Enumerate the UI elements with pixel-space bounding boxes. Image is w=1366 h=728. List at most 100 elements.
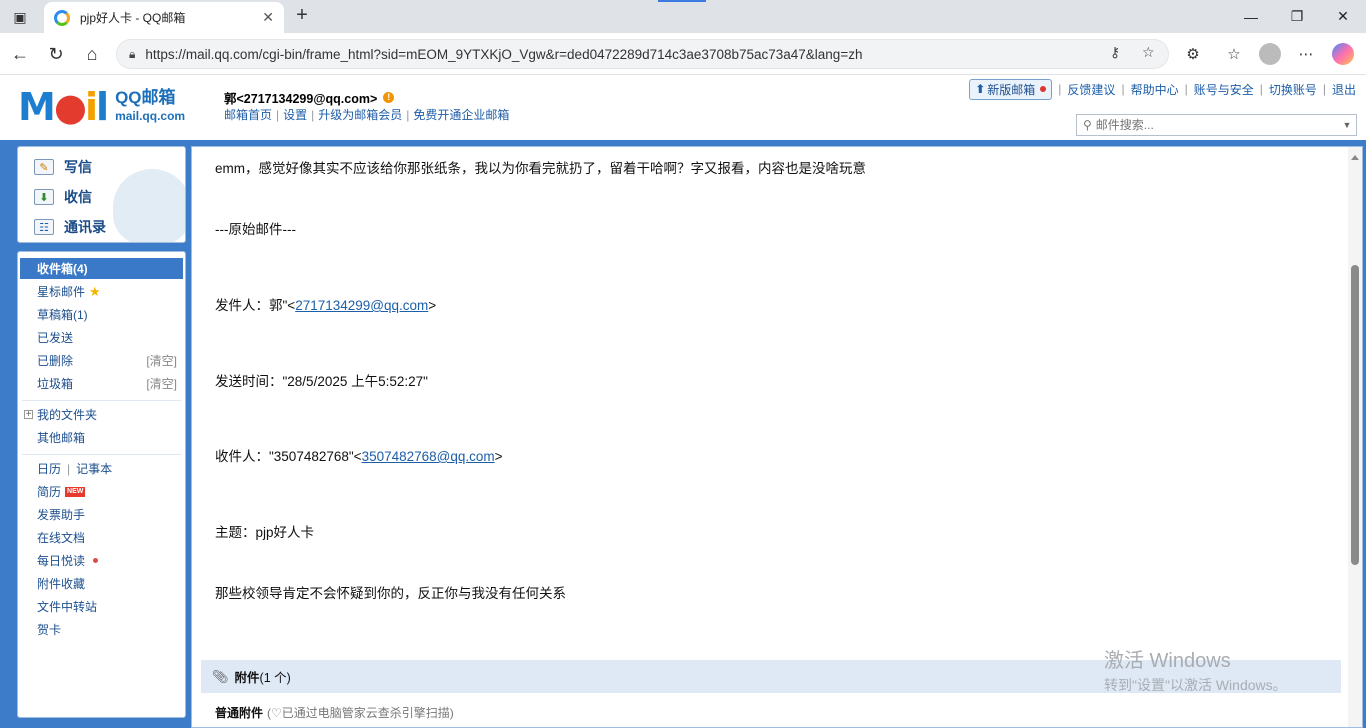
- folder-my-folders[interactable]: + 我的文件夹: [20, 404, 183, 425]
- compose-button[interactable]: ✎ 写信: [34, 157, 92, 177]
- folder-inbox[interactable]: 收件箱(4): [20, 258, 183, 279]
- from-email-link[interactable]: 2717134299@qq.com: [295, 298, 428, 313]
- tab-close-icon[interactable]: ✕: [262, 9, 274, 26]
- profile-avatar[interactable]: [1258, 42, 1282, 66]
- link-enterprise-mail[interactable]: 免费开通企业邮箱: [413, 108, 509, 122]
- extensions-icon[interactable]: ⚙: [1181, 42, 1205, 66]
- new-tab-button[interactable]: +: [291, 4, 313, 28]
- scroll-up-icon[interactable]: [1351, 155, 1359, 160]
- app-resume[interactable]: 简历 NEW: [20, 481, 183, 502]
- folder-starred[interactable]: 星标邮件 ★: [20, 281, 183, 302]
- folder-spam[interactable]: 垃圾箱 [清空]: [20, 373, 183, 394]
- folder-inbox-label: 收件箱(4): [37, 262, 88, 276]
- app-file-transfer[interactable]: 文件中转站: [20, 596, 183, 617]
- tab-title: pjp好人卡 - QQ邮箱: [80, 11, 186, 25]
- mail-header: M●il QQ邮箱 mail.qq.com 郭<2717134299@qq.co…: [0, 76, 1366, 140]
- app-attachments-label: 附件收藏: [37, 577, 86, 591]
- favorite-star-icon[interactable]: ☆: [1142, 44, 1155, 61]
- user-links: 邮箱首页 | 设置 | 升级为邮箱会员 | 免费开通企业邮箱: [224, 108, 510, 122]
- divider: [22, 400, 181, 401]
- virus-scan-note: (♡已通过电脑管家云查杀引擎扫描): [267, 706, 454, 720]
- app-greeting-cards-label: 贺卡: [37, 623, 62, 637]
- search-icon: ⚲: [1083, 118, 1092, 132]
- receive-button[interactable]: ⬇ 收信: [34, 187, 92, 207]
- site-info-icon[interactable]: 🔒︎: [129, 47, 135, 62]
- app-invoice[interactable]: 发票助手: [20, 504, 183, 525]
- folder-sent[interactable]: 已发送: [20, 327, 183, 348]
- scrollbar-thumb[interactable]: [1351, 265, 1359, 565]
- clear-deleted-button[interactable]: [清空]: [146, 352, 177, 369]
- restore-icon[interactable]: ❐: [1274, 0, 1320, 33]
- folder-deleted[interactable]: 已删除 [清空]: [20, 350, 183, 371]
- link-switch-account[interactable]: 切换账号: [1269, 81, 1317, 98]
- divider: [22, 454, 181, 455]
- app-online-docs[interactable]: 在线文档: [20, 527, 183, 548]
- close-window-icon[interactable]: ✕: [1320, 0, 1366, 33]
- key-icon[interactable]: ⚷: [1110, 44, 1120, 61]
- app-notes[interactable]: 记事本: [76, 460, 112, 477]
- reload-icon[interactable]: ↻: [44, 42, 68, 66]
- user-email: 郭<2717134299@qq.com>: [224, 92, 378, 106]
- compose-label: 写信: [64, 159, 92, 175]
- link-logout[interactable]: 退出: [1332, 81, 1356, 98]
- folder-other-mail[interactable]: 其他邮箱: [20, 427, 183, 448]
- to-email-link[interactable]: 3507482768@qq.com: [362, 449, 495, 464]
- url-text: https://mail.qq.com/cgi-bin/frame_html?s…: [145, 46, 863, 62]
- mail-search[interactable]: ⚲ ▼: [1076, 114, 1357, 136]
- link-account-security[interactable]: 账号与安全: [1194, 81, 1254, 98]
- app-greeting-cards[interactable]: 贺卡: [20, 619, 183, 640]
- app-attachments[interactable]: 附件收藏: [20, 573, 183, 594]
- original-from: 发件人：郭"<2717134299@qq.com>: [215, 294, 436, 314]
- logo-letter-l: l: [96, 85, 109, 129]
- contacts-icon: ☷: [34, 219, 54, 235]
- mail-content: emm，感觉好像其实不应该给你那张纸条，我以为你看完就扔了，留着干哈啊？字又报看…: [191, 146, 1363, 728]
- sidebar-toggle-icon[interactable]: ▣: [8, 6, 32, 28]
- favorites-icon[interactable]: ☆: [1222, 42, 1246, 66]
- warning-icon[interactable]: !: [383, 92, 395, 103]
- attachments-title: 附件: [234, 671, 260, 685]
- user-account: 郭<2717134299@qq.com> !: [224, 88, 395, 107]
- original-subject: 主题：pjp好人卡: [215, 525, 315, 540]
- expand-plus-icon[interactable]: +: [24, 410, 33, 420]
- folder-spam-label: 垃圾箱: [37, 377, 74, 391]
- app-online-docs-label: 在线文档: [37, 531, 86, 545]
- link-feedback[interactable]: 反馈建议: [1067, 81, 1115, 98]
- red-dot-icon: [1040, 86, 1047, 92]
- star-icon: ★: [89, 283, 101, 299]
- more-menu-icon[interactable]: ⋯: [1294, 42, 1318, 66]
- search-dropdown-icon[interactable]: ▼: [1338, 120, 1356, 130]
- original-mail-marker: ---原始邮件---: [215, 222, 296, 237]
- address-bar[interactable]: 🔒︎ https://mail.qq.com/cgi-bin/frame_htm…: [116, 39, 1169, 69]
- new-version-label: 新版邮箱: [987, 82, 1036, 97]
- app-daily-read[interactable]: 每日悦读: [20, 550, 183, 571]
- brand-name-en: mail.qq.com: [115, 109, 186, 123]
- link-settings[interactable]: 设置: [283, 108, 307, 122]
- app-calendar-notes: 日历 | 记事本: [37, 460, 113, 477]
- back-icon[interactable]: ←: [8, 42, 32, 66]
- link-help[interactable]: 帮助中心: [1131, 81, 1179, 98]
- minimize-icon[interactable]: —: [1228, 0, 1274, 33]
- qqmail-logo[interactable]: M●il QQ邮箱 mail.qq.com: [18, 87, 208, 127]
- link-mail-home[interactable]: 邮箱首页: [224, 108, 272, 122]
- browser-toolbar: ← ↻ ⌂ 🔒︎ https://mail.qq.com/cgi-bin/fra…: [0, 33, 1366, 75]
- logo-letter-m: M: [18, 85, 56, 129]
- new-badge: NEW: [65, 486, 86, 497]
- copilot-icon[interactable]: [1331, 42, 1355, 66]
- new-version-button[interactable]: ⬆ 新版邮箱: [969, 78, 1053, 100]
- folder-sent-label: 已发送: [37, 331, 74, 345]
- contacts-button[interactable]: ☷ 通讯录: [34, 217, 106, 237]
- home-icon[interactable]: ⌂: [80, 42, 104, 66]
- folder-drafts[interactable]: 草稿箱(1): [20, 304, 183, 325]
- clear-spam-button[interactable]: [清空]: [146, 375, 177, 392]
- original-sent-time: 发送时间："28/5/2025 上午5:52:27": [215, 374, 428, 389]
- up-arrow-icon: ⬆: [975, 82, 986, 96]
- link-upgrade-vip[interactable]: 升级为邮箱会员: [318, 108, 402, 122]
- app-calendar[interactable]: 日历: [37, 460, 61, 477]
- search-input[interactable]: [1095, 118, 1338, 132]
- original-body: 那些校领导肯定不会怀疑到你的，反正你与我没有任何关系: [215, 586, 566, 601]
- content-scrollbar[interactable]: [1348, 147, 1362, 727]
- folder-drafts-label: 草稿箱(1): [37, 308, 88, 322]
- message-line: emm，感觉好像其实不应该给你那张纸条，我以为你看完就扔了，留着干哈啊？字又报看…: [215, 161, 866, 176]
- browser-tab[interactable]: pjp好人卡 - QQ邮箱 ✕: [44, 2, 284, 33]
- attachments-section: 📎︎ 附件 (1 个) 普通附件 (♡已通过电脑管家云查杀引擎扫描): [201, 660, 1341, 727]
